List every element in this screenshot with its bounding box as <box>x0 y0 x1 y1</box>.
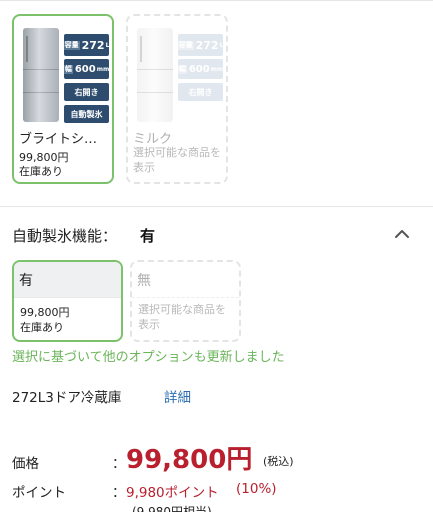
option-title: 無 <box>132 262 239 298</box>
option-stock: 在庫あり <box>20 321 64 334</box>
ice-option-no[interactable]: 無 選択可能な商品を表示 <box>130 260 241 342</box>
color-option-bright-silver[interactable]: 容量 272 L 幅 600 mm 右開き 自動製氷 ブライトシ… 99,800円 在庫… <box>12 14 114 184</box>
color-option-milk[interactable]: 容量 272 L 幅 600 mm 右開き ミルク 選択可能な商品を表示 <box>126 14 228 184</box>
fridge-image <box>23 28 59 122</box>
hinge-badge: 右開き <box>178 83 223 101</box>
hinge-badge: 右開き <box>64 83 109 101</box>
ice-option-label: 自動製氷機能： <box>12 227 118 245</box>
points-label: ポイント <box>12 485 66 501</box>
option-title: 有 <box>14 262 121 298</box>
chevron-up-icon[interactable] <box>392 226 412 242</box>
price-label: 価格 <box>12 456 39 472</box>
price-value: 99,800円 <box>126 445 253 475</box>
width-badge: 幅 600 mm <box>63 59 109 79</box>
tax-included-label: (税込) <box>263 455 294 468</box>
ice-option-yes[interactable]: 有 99,800円 在庫あり <box>12 260 123 342</box>
option-update-message: 選択に基づいて他のオプションも更新しました <box>12 350 285 365</box>
color-name: ブライトシ… <box>19 132 98 147</box>
ice-option-selected-value: 有 <box>140 227 156 245</box>
fridge-image <box>137 28 173 122</box>
points-value: 9,980ポイント <box>126 485 219 501</box>
section-divider <box>0 206 433 207</box>
capacity-badge: 容量 272 L <box>177 34 223 56</box>
unavailable-note: 選択可能な商品を表示 <box>138 303 226 331</box>
product-thumbnail: 容量 272 L 幅 600 mm 右開き 自動製氷 <box>19 22 109 126</box>
top-divider <box>0 0 433 1</box>
points-colon: ： <box>112 485 126 501</box>
ice-maker-badge: 自動製氷 <box>64 105 109 123</box>
points-yen-equivalent: (9,980円相当) <box>132 505 212 512</box>
color-stock: 在庫あり <box>19 165 63 178</box>
product-title: 272L3ドア冷蔵庫 <box>12 390 122 406</box>
details-link[interactable]: 詳細 <box>164 386 191 406</box>
unavailable-note: 選択可能な商品を表示 <box>133 146 221 174</box>
capacity-badge: 容量 272 L <box>63 34 109 56</box>
width-badge: 幅 600 mm <box>177 59 223 79</box>
price-colon: ： <box>112 456 126 472</box>
option-price: 99,800円 <box>20 306 70 319</box>
product-thumbnail: 容量 272 L 幅 600 mm 右開き <box>133 22 223 126</box>
points-rate: (10%) <box>236 481 277 497</box>
